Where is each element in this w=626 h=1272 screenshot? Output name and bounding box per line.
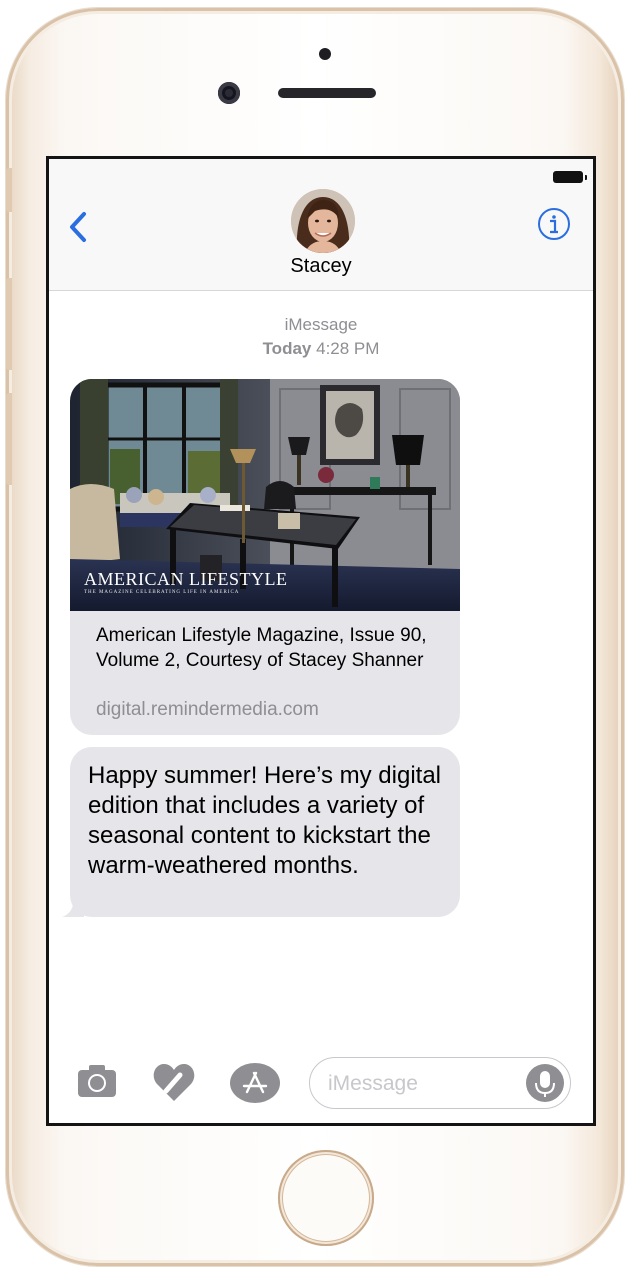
avatar[interactable] <box>291 189 355 253</box>
battery-icon <box>553 171 587 183</box>
front-camera <box>218 82 240 104</box>
link-preview-bubble[interactable]: AMERICAN LIFESTYLE THE MAGAZINE CELEBRAT… <box>70 379 460 735</box>
bubble-tail <box>62 897 84 917</box>
link-title[interactable]: American Lifestyle Magazine, Issue 90, V… <box>96 623 436 673</box>
earpiece-speaker <box>278 88 376 98</box>
magazine-logo: AMERICAN LIFESTYLE <box>84 569 288 589</box>
message-text: Happy summer! Here’s my digital edition … <box>88 762 442 879</box>
composer-bar: iMessage <box>49 1049 593 1119</box>
link-preview-image[interactable]: AMERICAN LIFESTYLE THE MAGAZINE CELEBRAT… <box>70 379 460 611</box>
message-input-placeholder: iMessage <box>328 1072 418 1095</box>
magazine-tagline: THE MAGAZINE CELEBRATING LIFE IN AMERICA <box>84 590 240 595</box>
proximity-sensor <box>319 48 331 60</box>
info-icon[interactable] <box>537 207 571 241</box>
message-bubble[interactable]: Happy summer! Here’s my digital edition … <box>62 747 460 917</box>
timestamp: Today 4:28 PM <box>49 339 593 359</box>
screen: Stacey iMessage Today 4:28 PM AMERICAN L… <box>46 156 596 1126</box>
heart-icon[interactable] <box>151 1061 197 1105</box>
mute-switch <box>6 168 12 212</box>
camera-icon[interactable] <box>75 1061 119 1101</box>
timestamp-day: Today <box>262 339 312 358</box>
volume-up-button <box>6 278 12 370</box>
service-label: iMessage <box>284 315 358 334</box>
link-domain[interactable]: digital.remindermedia.com <box>96 699 319 721</box>
home-button[interactable] <box>278 1150 374 1246</box>
contact-name[interactable]: Stacey <box>49 255 593 278</box>
chevron-left-icon[interactable] <box>65 209 91 245</box>
microphone-icon[interactable] <box>526 1064 564 1102</box>
app-store-icon[interactable] <box>229 1061 281 1105</box>
message-input[interactable]: iMessage <box>309 1057 571 1109</box>
volume-down-button <box>6 393 12 485</box>
conversation-header: Stacey <box>49 159 593 291</box>
timestamp-time: 4:28 PM <box>316 339 380 358</box>
